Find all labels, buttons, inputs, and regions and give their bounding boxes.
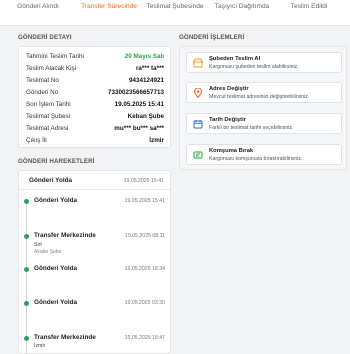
movement-title: Gönderi Yolda — [34, 265, 78, 272]
detail-label: Tahmini Teslim Tarihi — [26, 53, 84, 60]
movement-date: 15.05.2025 18:47 — [124, 335, 165, 341]
operation-title: Tarih Değiştir — [209, 117, 246, 123]
divider — [19, 189, 170, 190]
movement-title: Transfer Merkezinde — [34, 232, 96, 239]
change-date-button[interactable]: Tarih Değiştir Farklı bir teslimat tarih… — [186, 113, 342, 134]
current-status-date: 19.05.2025 15:41 — [123, 178, 164, 184]
detail-label: Son İşlem Tarihi — [26, 101, 71, 108]
step-in-transfer: Transfer Sürecinde — [81, 3, 137, 10]
step-received: Gönderi Alındı — [17, 3, 59, 10]
timeline-dot — [24, 336, 29, 341]
detail-row: Son İşlem Tarihi 19.05.2025 15:41 — [26, 99, 164, 110]
change-address-button[interactable]: Adres Değiştir Mevcut teslimat adresiniz… — [186, 82, 342, 103]
calendar-icon — [193, 120, 203, 129]
step-at-branch: Teslimat Şubesinde — [146, 3, 204, 10]
detail-label: Teslimat Adresi — [26, 125, 69, 132]
detail-row: Teslimat Adresi mu*** bu*** sa*** — [26, 123, 164, 134]
movement-location: İzmir — [34, 343, 46, 349]
operation-description: Mevcut teslimat adresinizi değiştirebili… — [209, 94, 310, 100]
detail-row: Gönderi No 7330023566657713 — [26, 87, 164, 98]
detail-value: 19.05.2025 15:41 — [114, 101, 164, 108]
timeline-dot — [24, 234, 29, 239]
movement-branch: Akabe Şube — [34, 249, 62, 255]
operation-description: Kargonuzu komşunuza bıraktırabilirsiniz. — [209, 156, 303, 162]
detail-row: Teslim Alacak Kişi ra*** ta*** — [26, 63, 164, 74]
operations-section-title: GÖNDERİ İŞLEMLERİ — [179, 34, 245, 41]
operation-description: Farklı bir teslimat tarihi seçebilirsini… — [209, 125, 294, 131]
timeline-dot — [24, 199, 29, 204]
movement-date: 19.05.2025 08:11 — [125, 233, 165, 239]
operation-title: Komşuma Bırak — [209, 148, 254, 154]
detail-section-title: GÖNDERİ DETAYI — [18, 34, 72, 41]
movement-date: 16.05.2025 18:34 — [124, 266, 165, 272]
movement-title: Transfer Merkezinde — [34, 334, 96, 341]
detail-value: İzmir — [149, 137, 164, 144]
timeline-dot — [24, 267, 29, 272]
detail-value: 7330023566657713 — [107, 89, 164, 96]
operation-title: Şubeden Teslim Al — [209, 56, 261, 62]
detail-label: Çıkış İli — [26, 137, 47, 144]
detail-label: Gönderi No — [26, 89, 59, 96]
movement-title: Gönderi Yolda — [34, 197, 78, 204]
step-out-for-delivery: Taşıyıcı Dağıtımda — [214, 3, 270, 10]
leave-with-neighbor-button[interactable]: Komşuma Bırak Kargonuzu komşunuza bırakt… — [186, 144, 342, 165]
timeline-line — [26, 199, 27, 354]
movement-title: Gönderi Yolda — [34, 299, 78, 306]
detail-row: Tahmini Teslim Tarihi 20 Mayıs Salı — [26, 51, 164, 62]
shipment-operations-card: Şubeden Teslim Al Kargonuzu şubeden tesl… — [179, 46, 347, 170]
detail-value: ra*** ta*** — [135, 65, 164, 72]
detail-value: 9434124921 — [128, 77, 164, 84]
movement-location: Sirt — [34, 242, 42, 248]
movement-date: 16.05.2025 03:30 — [124, 300, 165, 306]
pickup-from-branch-button[interactable]: Şubeden Teslim Al Kargonuzu şubeden tesl… — [186, 52, 342, 73]
location-pin-icon — [193, 88, 203, 98]
operation-title: Adres Değiştir — [209, 86, 249, 92]
movement-date: 19.05.2025 15:41 — [124, 198, 165, 204]
store-icon — [193, 58, 203, 68]
detail-value: Keban Şube — [127, 113, 164, 120]
neighbor-icon — [193, 151, 203, 159]
detail-label: Teslim Alacak Kişi — [26, 65, 77, 72]
detail-row: Teslimat Şubesi Keban Şube — [26, 111, 164, 122]
shipment-detail-card: Tahmini Teslim Tarihi 20 Mayıs Salı Tesli… — [18, 46, 171, 148]
detail-row: Teslimat No 9434124921 — [26, 75, 164, 86]
detail-row: Çıkış İli İzmir — [26, 135, 164, 146]
movements-section-title: GÖNDERİ HAREKETLERİ — [18, 158, 95, 165]
detail-value: mu*** bu*** sa*** — [114, 125, 164, 132]
timeline-dot — [24, 301, 29, 306]
current-status-title: Gönderi Yolda — [29, 177, 73, 184]
detail-label: Teslimat Şubesi — [26, 113, 71, 120]
detail-label: Teslimat No — [26, 77, 59, 84]
step-delivered: Teslim Edildi — [290, 3, 328, 10]
shipment-progress-steps: Gönderi Alındı Transfer Sürecinde Teslim… — [0, 0, 350, 26]
operation-description: Kargonuzu şubeden teslim alabilirsiniz. — [209, 64, 299, 70]
detail-value: 20 Mayıs Salı — [124, 53, 164, 60]
